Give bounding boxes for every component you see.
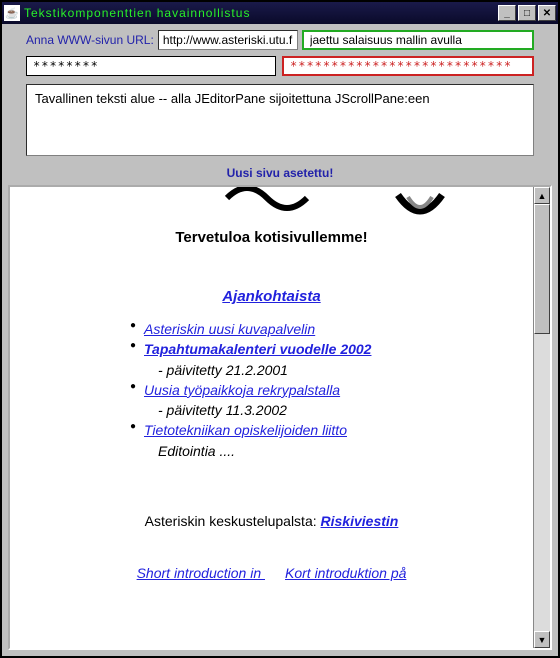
app-window: ☕ Tekstikomponenttien havainnollistus _ … (0, 0, 560, 658)
formatted-text-field[interactable] (302, 30, 534, 50)
ajankohtaista-link[interactable]: Ajankohtaista (222, 288, 320, 305)
controls-panel: Anna WWW-sivun URL: Tavallinen teksti al… (2, 24, 558, 163)
minimize-button[interactable]: _ (498, 5, 516, 21)
news-list: Asteriskin uusi kuvapalvelin Tapahtumaka… (130, 319, 521, 461)
news-subtext: Editointia .... (158, 441, 521, 461)
java-cup-icon: ☕ (4, 5, 20, 21)
password-field-highlighted[interactable] (282, 56, 534, 76)
page-welcome-title: Tervetuloa kotisivullemme! (22, 229, 521, 246)
url-input[interactable] (158, 30, 298, 50)
section-heading: Ajankohtaista (22, 288, 521, 305)
titlebar: ☕ Tekstikomponenttien havainnollistus _ … (2, 2, 558, 24)
scroll-track[interactable] (534, 204, 550, 631)
list-item: Asteriskin uusi kuvapalvelin (130, 319, 521, 339)
scroll-down-button[interactable]: ▼ (534, 631, 550, 648)
editor-scrollpane: Tervetuloa kotisivullemme! Ajankohtaista… (8, 185, 552, 650)
url-label: Anna WWW-sivun URL: (26, 33, 154, 47)
window-title: Tekstikomponenttien havainnollistus (24, 6, 498, 20)
status-label: Uusi sivu asetettu! (2, 163, 558, 185)
url-row: Anna WWW-sivun URL: (26, 30, 534, 50)
intro-swedish-link[interactable]: Kort introduktion på (285, 565, 406, 581)
maximize-button[interactable]: □ (518, 5, 536, 21)
news-link[interactable]: Asteriskin uusi kuvapalvelin (144, 321, 315, 337)
password-row (26, 56, 534, 76)
forum-label: Asteriskin keskustelupalsta: (145, 513, 321, 529)
scroll-thumb[interactable] (534, 204, 550, 334)
news-link[interactable]: Tapahtumakalenteri vuodelle 2002 (144, 341, 371, 357)
close-button[interactable]: ✕ (538, 5, 556, 21)
forum-link[interactable]: Riskiviestin (321, 513, 399, 529)
window-controls: _ □ ✕ (498, 5, 556, 21)
intro-links: Short introduction in Kort introduktion … (22, 565, 521, 581)
password-field-plain[interactable] (26, 56, 276, 76)
text-area[interactable]: Tavallinen teksti alue -- alla JEditorPa… (26, 84, 534, 156)
forum-line: Asteriskin keskustelupalsta: Riskiviesti… (22, 513, 521, 529)
news-link[interactable]: Tietotekniikan opiskelijoiden liitto (144, 422, 347, 438)
vertical-scrollbar[interactable]: ▲ ▼ (533, 187, 550, 648)
news-subtext: - päivitetty 11.3.2002 (158, 400, 521, 420)
header-graphic (22, 189, 521, 221)
news-subtext: - päivitetty 21.2.2001 (158, 360, 521, 380)
list-item: Tapahtumakalenteri vuodelle 2002 - päivi… (130, 339, 521, 380)
list-item: Tietotekniikan opiskelijoiden liitto Edi… (130, 420, 521, 461)
news-link[interactable]: Uusia työpaikkoja rekrypalstalla (144, 382, 340, 398)
editor-pane[interactable]: Tervetuloa kotisivullemme! Ajankohtaista… (10, 187, 533, 648)
intro-english-link[interactable]: Short introduction in (137, 565, 265, 581)
list-item: Uusia työpaikkoja rekrypalstalla - päivi… (130, 380, 521, 421)
scroll-up-button[interactable]: ▲ (534, 187, 550, 204)
